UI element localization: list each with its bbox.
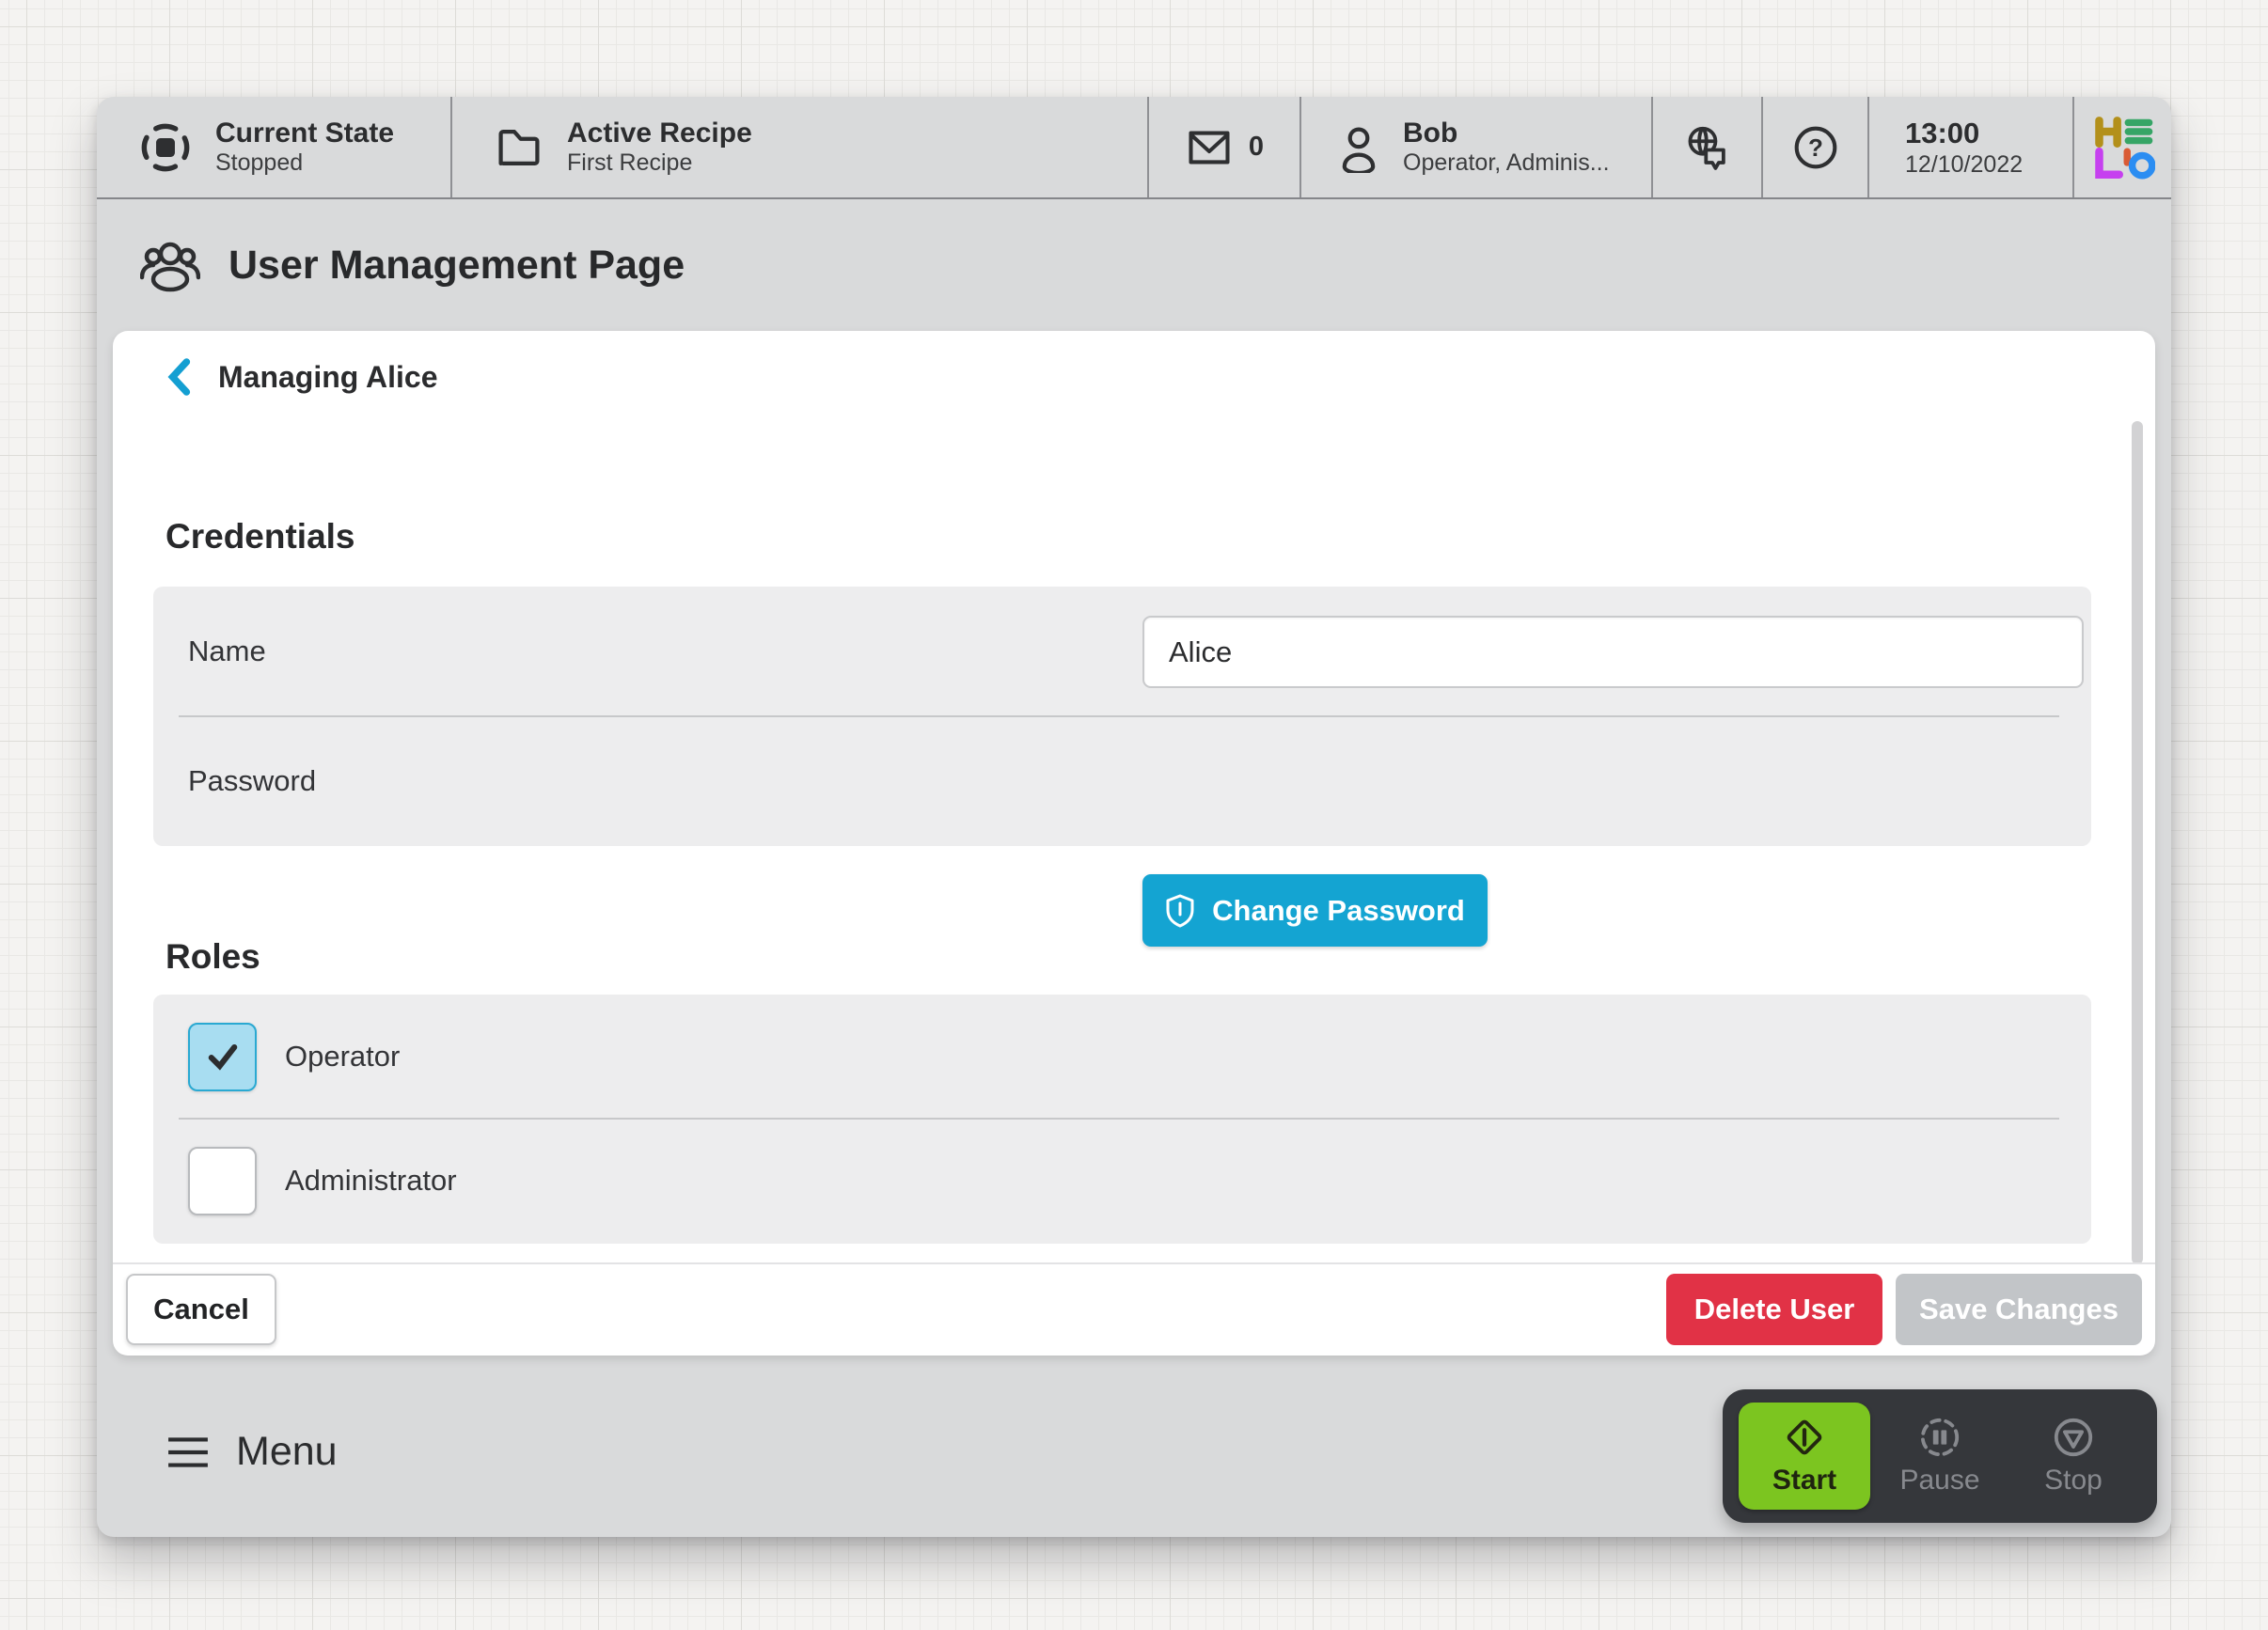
- users-group-icon: [140, 235, 200, 295]
- stop-label: Stop: [2044, 1465, 2103, 1497]
- cancel-button[interactable]: Cancel: [126, 1274, 276, 1345]
- role-row: Administrator: [153, 1119, 2091, 1243]
- language-button[interactable]: [1653, 97, 1763, 197]
- checkmark-icon: [204, 1038, 242, 1075]
- messages-count: 0: [1249, 132, 1264, 163]
- top-status-bar: Current State Stopped Active Recipe Firs…: [97, 97, 2171, 199]
- screen: Current State Stopped Active Recipe Firs…: [0, 0, 2268, 1630]
- app-window: Current State Stopped Active Recipe Firs…: [97, 97, 2171, 1537]
- clock-date: 12/10/2022: [1905, 150, 2023, 179]
- change-password-button[interactable]: Change Password: [1142, 874, 1488, 947]
- administrator-checkbox[interactable]: [188, 1147, 257, 1215]
- stop-button[interactable]: Stop: [2008, 1403, 2139, 1510]
- active-recipe-value: First Recipe: [567, 149, 752, 177]
- messages-button[interactable]: 0: [1149, 97, 1301, 197]
- page-title: User Management Page: [228, 243, 685, 289]
- name-input[interactable]: [1142, 616, 2084, 688]
- footer-bar: Menu Start Pause: [97, 1356, 2171, 1537]
- menu-label: Menu: [236, 1429, 338, 1475]
- brand-logo: [2074, 97, 2171, 197]
- vertical-scrollbar[interactable]: [2132, 421, 2143, 1264]
- chevron-left-icon: [165, 357, 194, 397]
- start-button[interactable]: Start: [1739, 1403, 1870, 1510]
- pause-icon: [1918, 1416, 1961, 1459]
- pause-label: Pause: [1899, 1465, 1979, 1497]
- current-state-value: Stopped: [215, 149, 394, 177]
- roles-heading: Roles: [165, 937, 260, 977]
- name-label: Name: [188, 635, 266, 668]
- operator-label: Operator: [285, 1040, 400, 1074]
- start-diamond-icon: [1783, 1416, 1826, 1459]
- datetime-display: 13:00 12/10/2022: [1869, 97, 2074, 197]
- credentials-heading: Credentials: [165, 517, 355, 556]
- menu-button[interactable]: Menu: [166, 1429, 338, 1475]
- stopped-state-icon: [138, 120, 193, 175]
- current-state-label: Current State: [215, 118, 394, 150]
- action-bar: Cancel Delete User Save Changes: [113, 1262, 2155, 1356]
- roles-panel: Operator Administrator: [153, 995, 2091, 1244]
- mail-icon: [1185, 123, 1234, 172]
- password-row: Password Change Password: [153, 716, 2091, 846]
- language-icon: [1682, 122, 1733, 173]
- clock-time: 13:00: [1905, 116, 1979, 150]
- svg-text:?: ?: [1808, 133, 1823, 161]
- operator-checkbox[interactable]: [188, 1023, 257, 1091]
- machine-control-panel: Start Pause Stop: [1723, 1389, 2157, 1523]
- name-row: Name: [153, 587, 2091, 716]
- active-recipe-indicator: Active Recipe First Recipe: [452, 97, 1149, 197]
- folder-icon: [494, 122, 544, 173]
- helio-logo-icon: [2091, 116, 2155, 180]
- current-user-button[interactable]: Bob Operator, Adminis...: [1301, 97, 1653, 197]
- user-detail-card: Managing Alice Credentials Name Password: [113, 331, 2155, 1356]
- role-row: Operator: [153, 995, 2091, 1119]
- user-name: Bob: [1403, 118, 1610, 150]
- start-label: Start: [1772, 1465, 1836, 1497]
- help-button[interactable]: ?: [1763, 97, 1869, 197]
- pause-button[interactable]: Pause: [1874, 1403, 2006, 1510]
- change-password-label: Change Password: [1212, 894, 1465, 928]
- help-icon: ?: [1791, 123, 1840, 172]
- stop-icon: [2052, 1416, 2095, 1459]
- password-label: Password: [188, 764, 316, 798]
- active-recipe-label: Active Recipe: [567, 118, 752, 150]
- current-state-indicator: Current State Stopped: [97, 97, 452, 197]
- breadcrumb-label: Managing Alice: [218, 360, 438, 395]
- save-changes-button[interactable]: Save Changes: [1896, 1274, 2142, 1345]
- user-icon: [1333, 122, 1384, 173]
- user-roles: Operator, Adminis...: [1403, 149, 1610, 177]
- credentials-panel: Name Password Change Password: [153, 587, 2091, 846]
- hamburger-icon: [166, 1434, 210, 1470]
- page-header: User Management Page: [97, 199, 2171, 331]
- delete-user-button[interactable]: Delete User: [1666, 1274, 1882, 1345]
- back-button[interactable]: Managing Alice: [165, 353, 438, 400]
- administrator-label: Administrator: [285, 1164, 457, 1198]
- shield-icon: [1165, 894, 1195, 928]
